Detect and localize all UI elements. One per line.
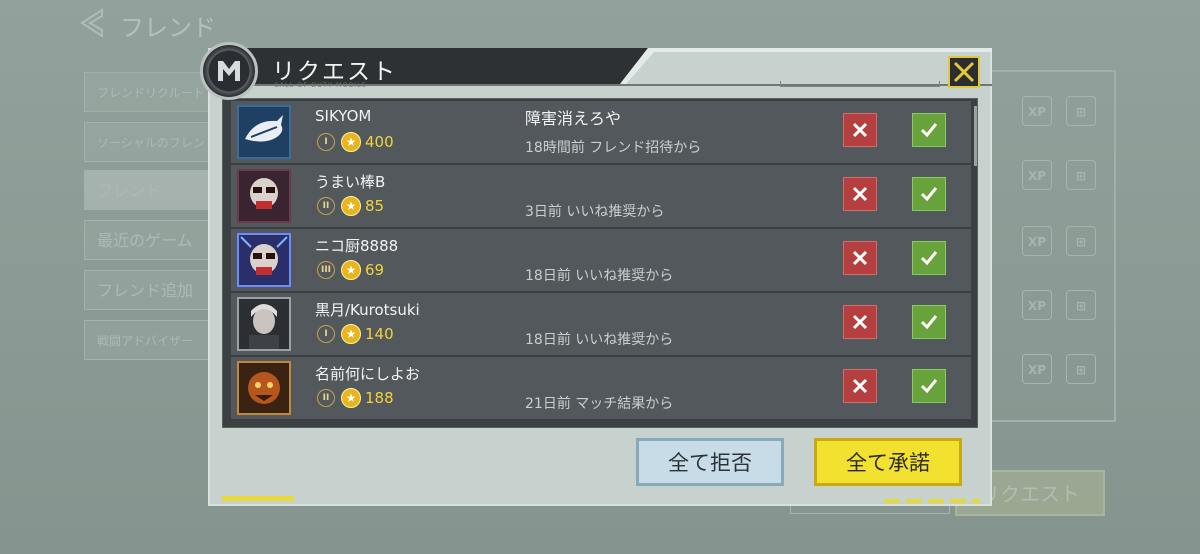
player-name: うまい棒B (315, 173, 386, 191)
accept-button[interactable] (912, 241, 946, 275)
player-name: 名前何にしよお (315, 365, 421, 383)
reject-all-button[interactable]: 全て拒否 (636, 438, 784, 486)
rank-badge-icon: I (317, 325, 335, 343)
star-level-icon: ★ (341, 132, 361, 152)
request-origin: 18日前 いいね推奨から (525, 268, 674, 284)
accept-button[interactable] (912, 369, 946, 403)
gift-icon: ⊞ (1066, 290, 1096, 320)
rank-badge-icon: II (317, 197, 335, 215)
bottom-dashes (884, 499, 980, 503)
check-icon (920, 123, 938, 138)
x-icon (852, 378, 868, 394)
x-icon (852, 122, 868, 138)
request-row[interactable]: ニコ厨8888 III ★ 69 18日前 いいね推奨から (231, 229, 971, 292)
player-avatar[interactable] (237, 169, 291, 223)
gift-icon: ⊞ (1066, 226, 1096, 256)
request-row[interactable]: 黒月/Kurotsuki I ★ 140 18日前 いいね推奨から (231, 293, 971, 356)
star-level-icon: ★ (341, 324, 361, 344)
player-name: SIKYOM (315, 107, 372, 125)
xp-icon: XP (1022, 354, 1052, 384)
x-icon (852, 314, 868, 330)
close-button[interactable] (948, 56, 980, 88)
player-level: 188 (365, 389, 394, 407)
request-row[interactable]: うまい棒B II ★ 85 3日前 いいね推奨から (231, 165, 971, 228)
check-icon (920, 315, 938, 330)
close-icon (953, 61, 975, 83)
page-title: フレンド (120, 14, 216, 42)
background-icon-row: XP ⊞ (982, 226, 1102, 260)
player-level: 85 (365, 197, 385, 215)
check-icon (920, 251, 938, 266)
accept-button[interactable] (912, 305, 946, 339)
request-origin: 21日前 マッチ結果から (525, 396, 674, 412)
player-avatar[interactable] (237, 105, 291, 159)
reject-button[interactable] (843, 177, 877, 211)
background-icon-row: XP ⊞ (982, 354, 1102, 388)
player-avatar[interactable] (237, 233, 291, 287)
request-row[interactable]: SIKYOM I ★ 400 障害消えろや 18時間前 フレンド招待から (231, 101, 971, 164)
player-level: 69 (365, 261, 385, 279)
gift-icon: ⊞ (1066, 354, 1096, 384)
header-decoration (780, 81, 940, 87)
reject-button[interactable] (843, 369, 877, 403)
gift-icon: ⊞ (1066, 160, 1096, 190)
request-row[interactable]: 名前何にしよお II ★ 188 21日前 マッチ結果から (231, 357, 971, 420)
reject-button[interactable] (843, 241, 877, 275)
background-icon-row: XP ⊞ (982, 96, 1102, 130)
rank-badge-icon: III (317, 261, 335, 279)
xp-icon: XP (1022, 96, 1052, 126)
request-list[interactable]: SIKYOM I ★ 400 障害消えろや 18時間前 フレンド招待から うまい… (222, 98, 978, 428)
star-level-icon: ★ (341, 196, 361, 216)
request-dialog: リクエスト CALL OF DUTY MOBILE SIKYOM I ★ 400… (200, 42, 992, 506)
request-message: 障害消えろや (525, 109, 622, 128)
player-level: 140 (365, 325, 394, 343)
x-icon (852, 250, 868, 266)
background-icon-row: XP ⊞ (982, 160, 1102, 194)
game-subtitle: CALL OF DUTY MOBILE (274, 81, 367, 89)
player-name: ニコ厨8888 (315, 237, 399, 255)
player-level: 400 (365, 133, 394, 151)
accept-button[interactable] (912, 113, 946, 147)
cod-mobile-logo (200, 42, 258, 100)
accept-all-button[interactable]: 全て承諾 (814, 438, 962, 486)
reject-button[interactable] (843, 305, 877, 339)
reject-button[interactable] (843, 113, 877, 147)
xp-icon: XP (1022, 290, 1052, 320)
xp-icon: XP (1022, 160, 1052, 190)
star-level-icon: ★ (341, 388, 361, 408)
request-origin: 3日前 いいね推奨から (525, 204, 665, 220)
player-avatar[interactable] (237, 361, 291, 415)
player-avatar[interactable] (237, 297, 291, 351)
star-level-icon: ★ (341, 260, 361, 280)
xp-icon: XP (1022, 226, 1052, 256)
rank-badge-icon: II (317, 389, 335, 407)
list-scrollbar[interactable] (974, 106, 977, 166)
gift-icon: ⊞ (1066, 96, 1096, 126)
player-name: 黒月/Kurotsuki (315, 301, 420, 319)
x-icon (852, 186, 868, 202)
back-arrow-icon[interactable] (78, 8, 108, 38)
request-origin: 18日前 いいね推奨から (525, 332, 674, 348)
check-icon (920, 379, 938, 394)
background-icon-row: XP ⊞ (982, 290, 1102, 324)
check-icon (920, 187, 938, 202)
rank-badge-icon: I (317, 133, 335, 151)
request-origin: 18時間前 フレンド招待から (525, 140, 702, 156)
accept-button[interactable] (912, 177, 946, 211)
bottom-accent (222, 496, 294, 501)
